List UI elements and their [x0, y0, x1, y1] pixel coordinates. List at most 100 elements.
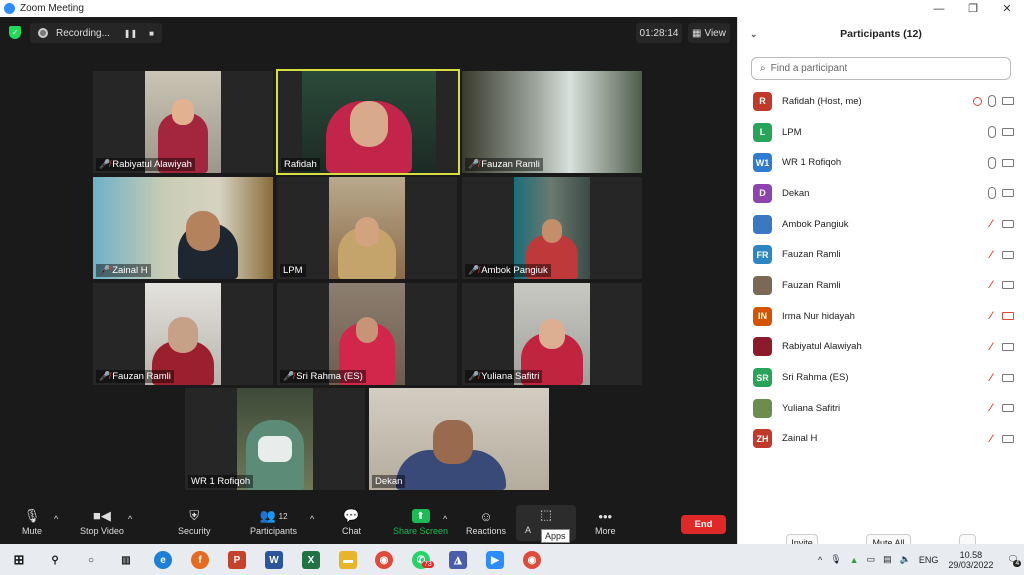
more-button[interactable]: ••• More — [595, 506, 616, 537]
video-camera-icon[interactable] — [1002, 220, 1014, 229]
google-drive-icon[interactable]: ▲ — [850, 555, 859, 565]
video-tile[interactable]: 🎤̸ Fauzan Ramli — [462, 71, 642, 173]
firefox-icon[interactable]: f — [191, 551, 209, 569]
windows-start-icon[interactable]: ⊞ — [10, 551, 28, 569]
muted-microphone-icon[interactable]: ⁄ — [986, 279, 996, 291]
excel-icon[interactable]: X — [302, 551, 320, 569]
muted-microphone-icon[interactable]: ⁄ — [986, 341, 996, 353]
video-tile[interactable]: 🎤̸ Zainal H — [93, 177, 273, 279]
microphone-icon[interactable] — [988, 95, 996, 108]
view-button[interactable]: ▦ View — [688, 23, 730, 43]
volume-icon[interactable]: 🔈 — [900, 554, 911, 565]
close-icon[interactable]: ✕ — [990, 0, 1024, 17]
tray-mic-icon[interactable]: 🎙 — [830, 554, 841, 565]
video-tile[interactable]: 🎤̸ Yuliana Safitri — [462, 283, 642, 385]
network-icon[interactable]: ▤ — [883, 554, 892, 565]
maximize-icon[interactable]: ❐ — [956, 0, 990, 17]
participant-row[interactable]: SR Sri Rahma (ES) ⁄ — [738, 362, 1024, 393]
video-camera-icon[interactable] — [1002, 281, 1014, 290]
clock[interactable]: 10.58 29/03/2022 — [948, 550, 993, 570]
share-screen-button[interactable]: ⬆ Share Screen — [393, 506, 448, 536]
video-tile[interactable]: 🎤̸ Ambok Pangiuk — [462, 177, 642, 279]
video-tile[interactable]: Dekan — [369, 388, 549, 490]
video-camera-icon[interactable] — [1002, 434, 1014, 443]
participant-row[interactable]: IN Irma Nur hidayah ⁄ — [738, 301, 1024, 332]
muted-microphone-icon[interactable]: ⁄ — [986, 218, 996, 230]
video-stage: ✓ Recording... ❚❚ ■ 01:28:14 ▦ View 🎤̸ Ra… — [0, 17, 737, 502]
participant-row[interactable]: R Rafidah (Host, me) — [738, 86, 1024, 117]
task-view-icon[interactable]: ▥ — [117, 551, 135, 569]
participant-row[interactable]: ZH Zainal H ⁄ — [738, 424, 1024, 455]
notifications-icon[interactable]: 🗨 4 — [1007, 554, 1022, 567]
zoom-taskbar-icon[interactable]: ▶ — [486, 551, 504, 569]
video-camera-icon[interactable] — [1002, 128, 1014, 137]
video-off-icon[interactable] — [1002, 312, 1014, 321]
participant-search-input[interactable]: ⌕ Find a participant — [751, 57, 1011, 80]
video-camera-icon[interactable] — [1002, 189, 1014, 198]
participant-row[interactable]: Yuliana Safitri ⁄ — [738, 393, 1024, 424]
video-camera-icon[interactable] — [1002, 404, 1014, 413]
stop-recording-icon[interactable]: ■ — [149, 29, 154, 38]
video-camera-icon[interactable] — [1002, 250, 1014, 259]
participant-row[interactable]: Fauzan Ramli ⁄ — [738, 270, 1024, 301]
chat-button[interactable]: 💬 Chat — [342, 506, 361, 536]
muted-microphone-icon[interactable]: ⁄ — [986, 372, 996, 384]
encryption-shield-icon[interactable]: ✓ — [9, 26, 21, 39]
video-tile[interactable]: WR 1 Rofiqoh — [185, 388, 365, 490]
participant-row[interactable]: Ambok Pangiuk ⁄ — [738, 209, 1024, 240]
participants-button[interactable]: 👥 12 Participants — [250, 506, 297, 536]
share-options-chevron-icon[interactable]: ^ — [443, 514, 447, 524]
pause-recording-icon[interactable]: ❚❚ — [124, 29, 137, 38]
video-tile[interactable]: 🎤̸ Sri Rahma (ES) — [277, 283, 457, 385]
audio-options-chevron-icon[interactable]: ^ — [54, 514, 58, 524]
security-button[interactable]: ⛨ Security — [178, 506, 211, 536]
participant-status-icons: ⁄ — [986, 341, 1014, 353]
microphone-icon[interactable] — [988, 187, 996, 200]
video-camera-icon[interactable] — [1002, 373, 1014, 382]
muted-microphone-icon[interactable]: ⁄ — [986, 433, 996, 445]
file-explorer-icon[interactable]: ▬ — [339, 551, 357, 569]
video-camera-icon[interactable] — [1002, 342, 1014, 351]
chrome-icon[interactable]: ◉ — [375, 551, 393, 569]
microphone-icon[interactable] — [988, 126, 996, 139]
pdf-app-icon[interactable]: ◮ — [449, 551, 467, 569]
stop-video-button[interactable]: ■◀ Stop Video — [80, 506, 124, 536]
edge-browser-icon[interactable]: e — [154, 551, 172, 569]
input-language[interactable]: ENG — [919, 555, 939, 565]
reactions-button[interactable]: ☺ Reactions — [466, 506, 506, 537]
participant-face — [356, 317, 378, 343]
battery-icon[interactable]: ▭ — [867, 554, 876, 565]
participant-row[interactable]: W1 WR 1 Rofiqoh — [738, 147, 1024, 178]
search-icon[interactable]: ⚲ — [46, 551, 64, 569]
muted-microphone-icon[interactable]: ⁄ — [986, 249, 996, 261]
participant-row[interactable]: L LPM — [738, 117, 1024, 148]
end-meeting-button[interactable]: End — [681, 515, 726, 534]
collapse-chevron-icon[interactable]: ⌄ — [750, 29, 758, 40]
mute-button[interactable]: 🎙 Mute — [22, 506, 42, 536]
video-tile[interactable]: 🎤̸ Rabiyatul Alawiyah — [93, 71, 273, 173]
participant-row[interactable]: D Dekan — [738, 178, 1024, 209]
search-placeholder: Find a participant — [770, 63, 848, 74]
muted-mic-icon: 🎤̸ — [468, 159, 480, 169]
chrome-profile-icon[interactable]: ◉ — [523, 551, 541, 569]
video-tile[interactable]: 🎤̸ Fauzan Ramli — [93, 283, 273, 385]
muted-microphone-icon[interactable]: ⁄ — [986, 402, 996, 414]
tray-overflow-chevron-icon[interactable]: ^ — [818, 555, 822, 565]
participant-row[interactable]: Rabiyatul Alawiyah ⁄ — [738, 332, 1024, 363]
cortana-icon[interactable]: ○ — [82, 551, 100, 569]
video-options-chevron-icon[interactable]: ^ — [128, 514, 132, 524]
video-tile-active-speaker[interactable]: Rafidah — [276, 69, 460, 175]
video-camera-icon[interactable] — [1002, 97, 1014, 106]
minimize-icon[interactable]: — — [922, 0, 956, 17]
video-camera-icon[interactable] — [1002, 158, 1014, 167]
participants-options-chevron-icon[interactable]: ^ — [310, 514, 314, 524]
avatar: FR — [753, 245, 772, 265]
participant-row[interactable]: FR Fauzan Ramli ⁄ — [738, 239, 1024, 270]
participant-face — [355, 217, 379, 247]
tile-name-label: 🎤̸ Rabiyatul Alawiyah — [96, 158, 195, 171]
powerpoint-icon[interactable]: P — [228, 551, 246, 569]
word-icon[interactable]: W — [265, 551, 283, 569]
muted-microphone-icon[interactable]: ⁄ — [986, 310, 996, 322]
microphone-icon[interactable] — [988, 156, 996, 169]
video-tile[interactable]: LPM — [277, 177, 457, 279]
